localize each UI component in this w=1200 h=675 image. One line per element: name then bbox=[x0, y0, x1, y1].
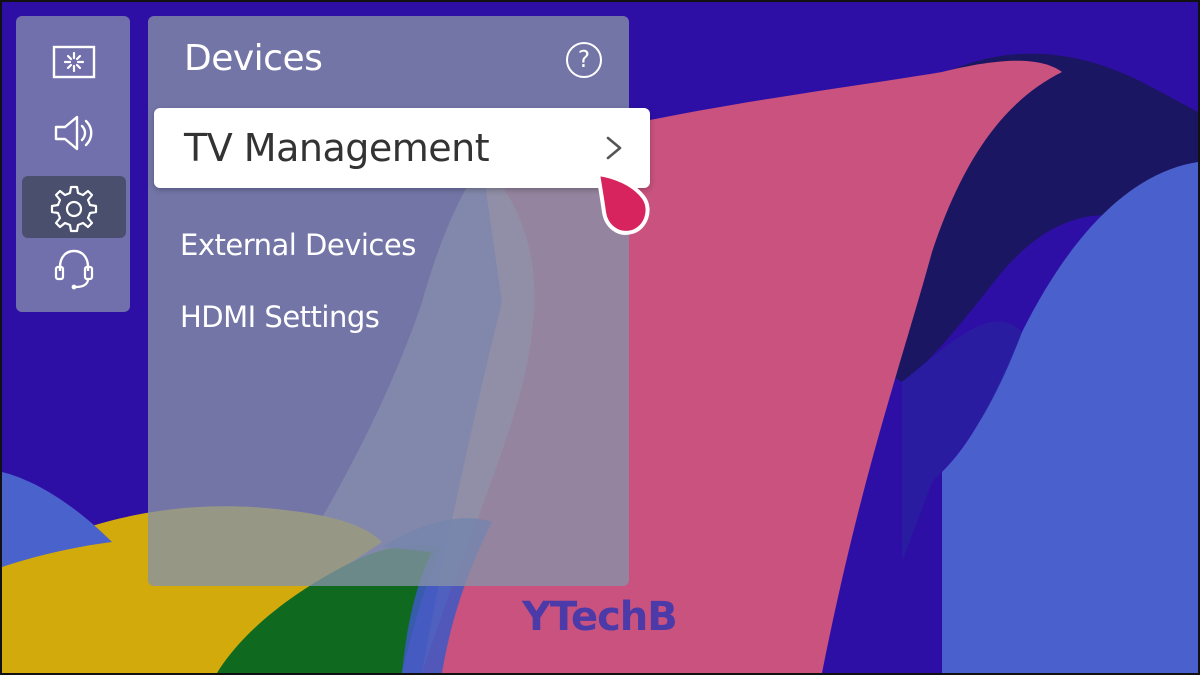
chevron-right-icon bbox=[606, 136, 622, 160]
devices-panel: Devices ? External Devices HDMI Settings bbox=[148, 16, 629, 586]
gear-icon bbox=[50, 185, 98, 233]
rail-item-general-settings[interactable] bbox=[22, 176, 126, 238]
watermark: YTechB bbox=[522, 594, 678, 640]
support-headset-icon bbox=[54, 249, 94, 290]
rail-item-sound[interactable] bbox=[22, 102, 126, 164]
menu-item-tv-management[interactable]: TV Management bbox=[154, 108, 650, 188]
sound-icon bbox=[54, 115, 93, 151]
rail-item-support[interactable] bbox=[22, 238, 126, 300]
remote-pointer-cursor bbox=[596, 172, 650, 235]
menu-item-hdmi-settings[interactable]: HDMI Settings bbox=[180, 300, 380, 334]
picture-settings-icon bbox=[52, 45, 96, 79]
help-button[interactable]: ? bbox=[566, 42, 602, 78]
menu-item-label: TV Management bbox=[184, 126, 490, 170]
tv-screen: Devices ? External Devices HDMI Settings… bbox=[0, 0, 1200, 675]
menu-item-external-devices[interactable]: External Devices bbox=[180, 228, 416, 262]
panel-title: Devices bbox=[184, 38, 323, 79]
settings-category-rail bbox=[16, 16, 130, 312]
rail-item-picture[interactable] bbox=[22, 32, 126, 94]
help-icon: ? bbox=[577, 47, 591, 73]
